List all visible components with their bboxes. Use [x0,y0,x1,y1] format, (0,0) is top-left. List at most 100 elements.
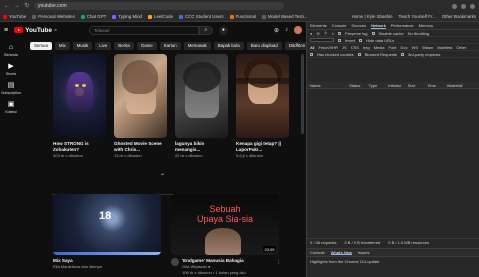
sidebar-item-library[interactable]: ▣ Koleksi [0,101,22,114]
tab-memory[interactable]: Memory [419,23,433,28]
blocked-requests-checkbox[interactable] [357,52,361,56]
invert-checkbox[interactable] [338,38,341,42]
short-card[interactable]: Ghosted Movie Scene with Chris... 13 rb … [114,54,167,158]
notifications-icon[interactable]: ♪ [285,27,288,33]
third-party-checkbox[interactable] [400,52,404,56]
bookmark[interactable]: Home | Kyle Shashin [352,14,393,19]
short-title[interactable]: How STRONG is Zohakuten? [53,141,106,152]
chip[interactable]: Kartun [159,42,181,50]
tab-network[interactable]: Network [371,23,386,29]
microphone-icon[interactable]: ● [218,25,228,35]
record-icon[interactable]: ● [310,31,312,36]
column-header[interactable]: Size [408,83,428,88]
type-filter[interactable]: Manifest [437,45,452,50]
bookmark[interactable]: LeetCode [148,14,173,19]
avatar[interactable] [294,26,302,34]
tab-sources[interactable]: Sources [351,23,366,28]
bookmark[interactable]: Chat GPT [80,14,106,19]
type-filter[interactable]: All [310,45,314,50]
search-icon[interactable]: ⌕ [332,31,334,36]
tab-console[interactable]: Console [332,23,347,28]
type-filter[interactable]: Fetch/XHR [318,45,338,50]
bookmark[interactable]: YouTube [3,14,26,19]
channel-avatar[interactable] [171,258,179,266]
short-thumbnail[interactable] [114,54,167,138]
extension-icon[interactable] [452,3,457,9]
chip-all[interactable]: Semua [30,42,52,50]
short-card[interactable]: Kenapa gigi tetap? || LaporPak!... 5,6 j… [236,54,289,158]
short-thumbnail[interactable] [175,54,228,138]
column-header[interactable]: Waterfall [447,83,476,88]
sidebar-item-home[interactable]: ⌂ Beranda [0,44,22,57]
short-thumbnail[interactable] [236,54,289,138]
menu-icon[interactable]: ≡ [4,27,8,34]
chip[interactable]: Mix [54,42,70,50]
youtube-logo[interactable]: YouTube ID [14,27,57,34]
type-filter[interactable]: Img [363,45,370,50]
bookmark[interactable]: Typing Mind [112,14,142,19]
filter-icon[interactable]: ⏚ [324,30,328,36]
column-header[interactable]: Type [369,83,389,88]
more-options-icon[interactable]: ⋮ [276,259,281,265]
tab-performance[interactable]: Performance [391,23,414,28]
column-header[interactable]: Initiator [388,83,408,88]
video-thumbnail[interactable]: 18 [53,194,161,255]
scrollbar[interactable] [301,54,304,134]
type-filter[interactable]: Media [374,45,385,50]
disable-cache-checkbox[interactable] [371,31,375,35]
short-card[interactable]: How STRONG is Zohakuten? 303 rb x ditont… [53,54,106,158]
video-title[interactable]: Mix Saya [53,258,102,263]
bookmark[interactable]: Personal Websites [32,14,75,19]
type-filter[interactable]: Font [389,45,397,50]
search-icon[interactable]: ⌕ [198,25,213,35]
profile-icon[interactable] [470,3,475,9]
chip[interactable]: Baru diupload [246,42,282,50]
short-title[interactable]: Ghosted Movie Scene with Chris... [114,141,167,152]
drawer-tab-whats-new[interactable]: What's New [330,250,352,255]
chip[interactable]: Bapak bola [213,42,244,50]
type-filter[interactable]: WS [412,45,418,50]
chevron-right-icon[interactable]: › [296,42,298,48]
chip[interactable]: Memasak [183,42,211,50]
sidebar-item-subscriptions[interactable]: ▤ Subscription [0,82,22,95]
video-card[interactable]: Sebuah Upaya Sia-sia 23.05 'Endgame' Man… [171,194,281,275]
video-title[interactable]: 'Endgame' Manusia Bahagia [182,258,246,263]
video-channel[interactable]: Gita Wirjawan ● [182,264,246,269]
drawer-tab-issues[interactable]: Issues [358,250,370,255]
blocked-cookies-checkbox[interactable] [310,52,313,56]
address-bar[interactable]: youtube.com [34,2,284,10]
chip[interactable]: Live [95,42,112,50]
back-icon[interactable]: ← [4,3,10,9]
column-header[interactable]: Time [427,83,447,88]
bookmark[interactable]: Teach Yourself Fr... [398,14,435,19]
bookmark[interactable]: CCC Student Users [179,14,224,19]
type-filter[interactable]: CSS [351,45,359,50]
search-input[interactable]: Telusuri [88,25,199,35]
sidebar-item-shorts[interactable]: ▶ Shorts [0,63,22,76]
chip[interactable]: Berita [114,42,134,50]
drawer-tab-console[interactable]: Console [310,250,325,255]
column-header[interactable]: Name [310,83,349,88]
bookmark[interactable]: Model Based Testi... [261,14,307,19]
video-card[interactable]: 18 Mix Saya Ella Maulidiana dan lainnya [53,194,161,275]
extension-icon[interactable] [461,3,466,9]
throttling-select[interactable]: No throttling [408,31,430,36]
short-card[interactable]: lagunya bikin menangis... 22 rb x ditont… [175,54,228,158]
preserve-log-checkbox[interactable] [338,31,342,35]
type-filter[interactable]: Other [456,45,466,50]
hide-data-urls-checkbox[interactable] [359,38,363,42]
chevron-down-icon[interactable]: ⌄ [160,170,165,177]
short-title[interactable]: Kenapa gigi tetap? || LaporPak!... [236,141,289,152]
bookmark[interactable]: Functional [229,14,256,19]
chip[interactable]: Game [136,42,157,50]
clear-icon[interactable]: ⊘ [316,31,319,36]
type-filter[interactable]: Wasm [422,45,433,50]
video-thumbnail[interactable]: Sebuah Upaya Sia-sia 23.05 [171,194,279,255]
bookmark-folder[interactable]: Other Bookmarks [442,14,476,19]
filter-input[interactable] [310,38,334,42]
chip[interactable]: Musik [72,42,93,50]
short-thumbnail[interactable] [53,54,106,138]
forward-icon[interactable]: → [14,3,20,9]
short-title[interactable]: lagunya bikin menangis... [175,141,228,152]
column-header[interactable]: Status [349,83,369,88]
